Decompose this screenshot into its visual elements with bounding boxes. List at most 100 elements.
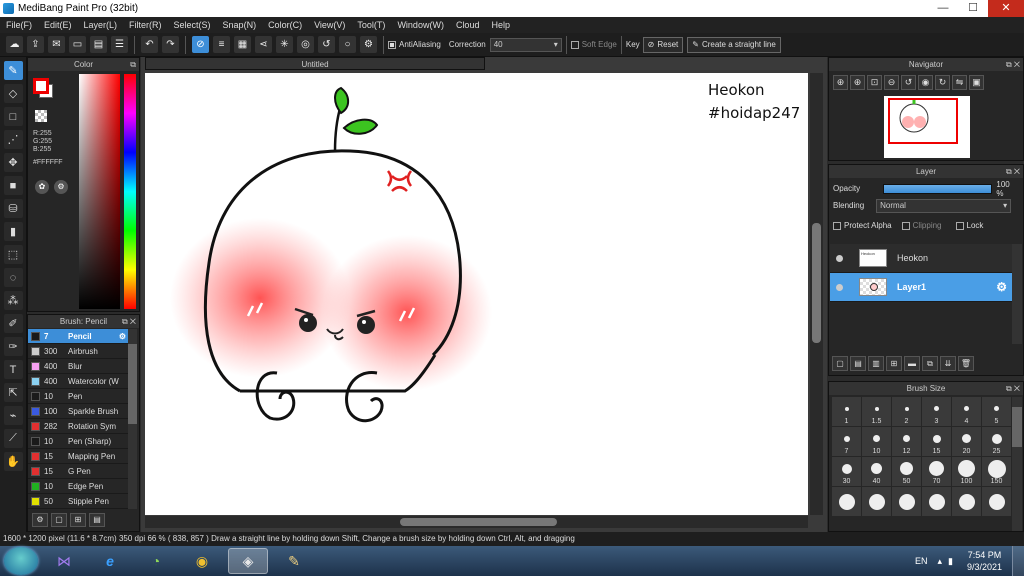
navigator-viewport[interactable] — [888, 98, 958, 144]
soft-edge-checkbox[interactable] — [570, 40, 579, 49]
text-tool-icon[interactable]: T — [3, 360, 23, 379]
eyedropper-tool-icon[interactable]: ⌁ — [3, 406, 23, 425]
new-8bit-layer-icon[interactable]: ▥ — [868, 356, 884, 371]
new-layer-icon[interactable]: ▢ — [832, 356, 848, 371]
brush-size-cell[interactable]: 150 — [982, 457, 1011, 486]
menu-filter[interactable]: Filter(R) — [123, 20, 168, 30]
blending-select[interactable]: Normal ▾ — [876, 198, 1012, 213]
add-layer-menu-icon[interactable]: ⊞ — [886, 356, 902, 371]
layer-list-scrollbar[interactable] — [1012, 244, 1022, 344]
brush-item[interactable]: 100 Sparkle Brush — [28, 404, 129, 419]
ellipse-snap-icon[interactable]: ○ — [339, 36, 356, 53]
menu-select[interactable]: Select(S) — [168, 20, 217, 30]
menu-snap[interactable]: Snap(N) — [217, 20, 263, 30]
brush-item[interactable]: 400 Blur — [28, 359, 129, 374]
protect-alpha-checkbox[interactable] — [833, 221, 841, 230]
saturation-value-picker[interactable] — [79, 74, 120, 309]
filter-icon[interactable]: ▣ — [969, 75, 984, 90]
network-icon[interactable]: ▮ — [948, 556, 953, 567]
palette-icon[interactable]: ✿ — [35, 180, 49, 194]
antialiasing-checkbox[interactable] — [388, 40, 396, 49]
select-pen-tool-icon[interactable]: ✐ — [3, 314, 23, 333]
visibility-eye-icon[interactable] — [836, 283, 843, 291]
brush-item[interactable]: 300 Airbrush — [28, 344, 129, 359]
menu-cloud[interactable]: Cloud — [450, 20, 486, 30]
menu-color[interactable]: Color(C) — [262, 20, 308, 30]
brush-item[interactable]: 282 Rotation Sym — [28, 419, 129, 434]
transparent-color-swatch[interactable] — [35, 110, 47, 122]
brush-tool-icon[interactable]: ✎ — [3, 61, 23, 80]
zoom-in-icon[interactable]: ⊕ — [833, 75, 848, 90]
panel-pin-icon[interactable]: ⧉ — [130, 58, 136, 71]
scroll-thumb[interactable] — [400, 518, 557, 526]
grid-snap-icon[interactable]: ▦ — [234, 36, 251, 53]
lock-checkbox[interactable] — [955, 221, 964, 230]
medibang-taskbar-icon[interactable]: ◈ — [228, 548, 268, 574]
share-icon[interactable]: ⇪ — [27, 36, 44, 53]
show-desktop-button[interactable] — [1012, 546, 1024, 576]
panel-close-icon[interactable]: ⧉ ✕ — [1006, 58, 1020, 71]
clipping-checkbox[interactable] — [901, 221, 910, 230]
menu-tool[interactable]: Tool(T) — [351, 20, 391, 30]
magic-wand-tool-icon[interactable]: ⁂ — [3, 291, 23, 310]
internet-explorer-icon[interactable]: e — [90, 548, 130, 574]
brush-size-cell[interactable] — [922, 487, 951, 516]
menu-view[interactable]: View(V) — [308, 20, 351, 30]
rotate-left-icon[interactable]: ↺ — [901, 75, 916, 90]
brush-item[interactable]: 50 Stipple Pen — [28, 494, 129, 509]
brush-size-cell[interactable]: 30 — [832, 457, 861, 486]
minimize-button[interactable]: — — [928, 0, 958, 17]
lasso-tool-icon[interactable]: ◌ — [3, 268, 23, 287]
redo-icon[interactable]: ↷ — [162, 36, 179, 53]
move-tool-icon[interactable]: ✥ — [3, 153, 23, 172]
brush-size-cell[interactable]: 20 — [952, 427, 981, 456]
radial-snap-icon[interactable]: ✳ — [276, 36, 293, 53]
document-tab[interactable]: Untitled — [145, 57, 485, 70]
brush-item[interactable]: 400 Watercolor (W — [28, 374, 129, 389]
brush-item[interactable]: 7 Pencil ⚙ — [28, 329, 129, 344]
zoom-in-alt-icon[interactable]: ⊕ — [850, 75, 865, 90]
trash-icon[interactable]: 🗑 — [958, 356, 974, 371]
drawing-canvas[interactable]: Heokon #hoidap247 — [145, 73, 808, 515]
brush-size-cell[interactable] — [982, 487, 1011, 516]
brush-size-scrollbar[interactable] — [1012, 397, 1022, 531]
curve-snap-icon[interactable]: ↺ — [318, 36, 335, 53]
foreground-color-swatch[interactable] — [33, 78, 49, 94]
brush-size-cell[interactable]: 7 — [832, 427, 861, 456]
select-eraser-tool-icon[interactable]: ✑ — [3, 337, 23, 356]
brush-size-cell[interactable]: 12 — [892, 427, 921, 456]
chrome-icon[interactable]: ◉ — [182, 548, 222, 574]
brush-list-scrollbar[interactable] — [128, 329, 137, 509]
hue-slider[interactable] — [124, 74, 136, 309]
canvas-vertical-scrollbar[interactable] — [810, 73, 823, 515]
tray-expand-icon[interactable]: ▴ — [937, 556, 942, 567]
brush-size-cell[interactable] — [862, 487, 891, 516]
layer-settings-icon[interactable]: ⚙ — [996, 280, 1007, 294]
straight-line-button[interactable]: ✎ Create a straight line — [687, 36, 781, 53]
maximize-button[interactable]: ☐ — [958, 0, 988, 17]
scroll-thumb[interactable] — [1012, 407, 1022, 447]
bucket-tool-icon[interactable]: ⛁ — [3, 199, 23, 218]
brush-item[interactable]: 10 Pen (Sharp) — [28, 434, 129, 449]
brush-item[interactable]: 10 Pen — [28, 389, 129, 404]
new-brush-icon[interactable]: ▢ — [51, 513, 67, 527]
soft-edge-toggle[interactable]: Soft Edge — [570, 40, 617, 49]
brush-item[interactable]: 10 Edge Pen — [28, 479, 129, 494]
clipping-toggle[interactable]: Clipping — [901, 221, 942, 230]
select-tool-icon[interactable]: ⬚ — [3, 245, 23, 264]
antialiasing-toggle[interactable]: AntiAliasing — [388, 40, 441, 49]
rectangle-tool-icon[interactable]: □ — [3, 107, 23, 126]
folder-icon[interactable]: ▬ — [904, 356, 920, 371]
start-button[interactable] — [4, 547, 38, 575]
brush-size-cell[interactable] — [892, 487, 921, 516]
snap-settings-icon[interactable]: ⚙ — [360, 36, 377, 53]
panel-close-icon[interactable]: ⧉ ✕ — [1006, 165, 1020, 178]
menu-layer[interactable]: Layer(L) — [78, 20, 124, 30]
menu-edit[interactable]: Edit(E) — [38, 20, 78, 30]
brush-size-cell[interactable]: 25 — [982, 427, 1011, 456]
rotate-reset-icon[interactable]: ◉ — [918, 75, 933, 90]
paint-icon[interactable]: ✎ — [274, 548, 314, 574]
add-brush-icon[interactable]: ⊞ — [70, 513, 86, 527]
circle-snap-icon[interactable]: ◎ — [297, 36, 314, 53]
brush-size-cell[interactable]: 70 — [922, 457, 951, 486]
